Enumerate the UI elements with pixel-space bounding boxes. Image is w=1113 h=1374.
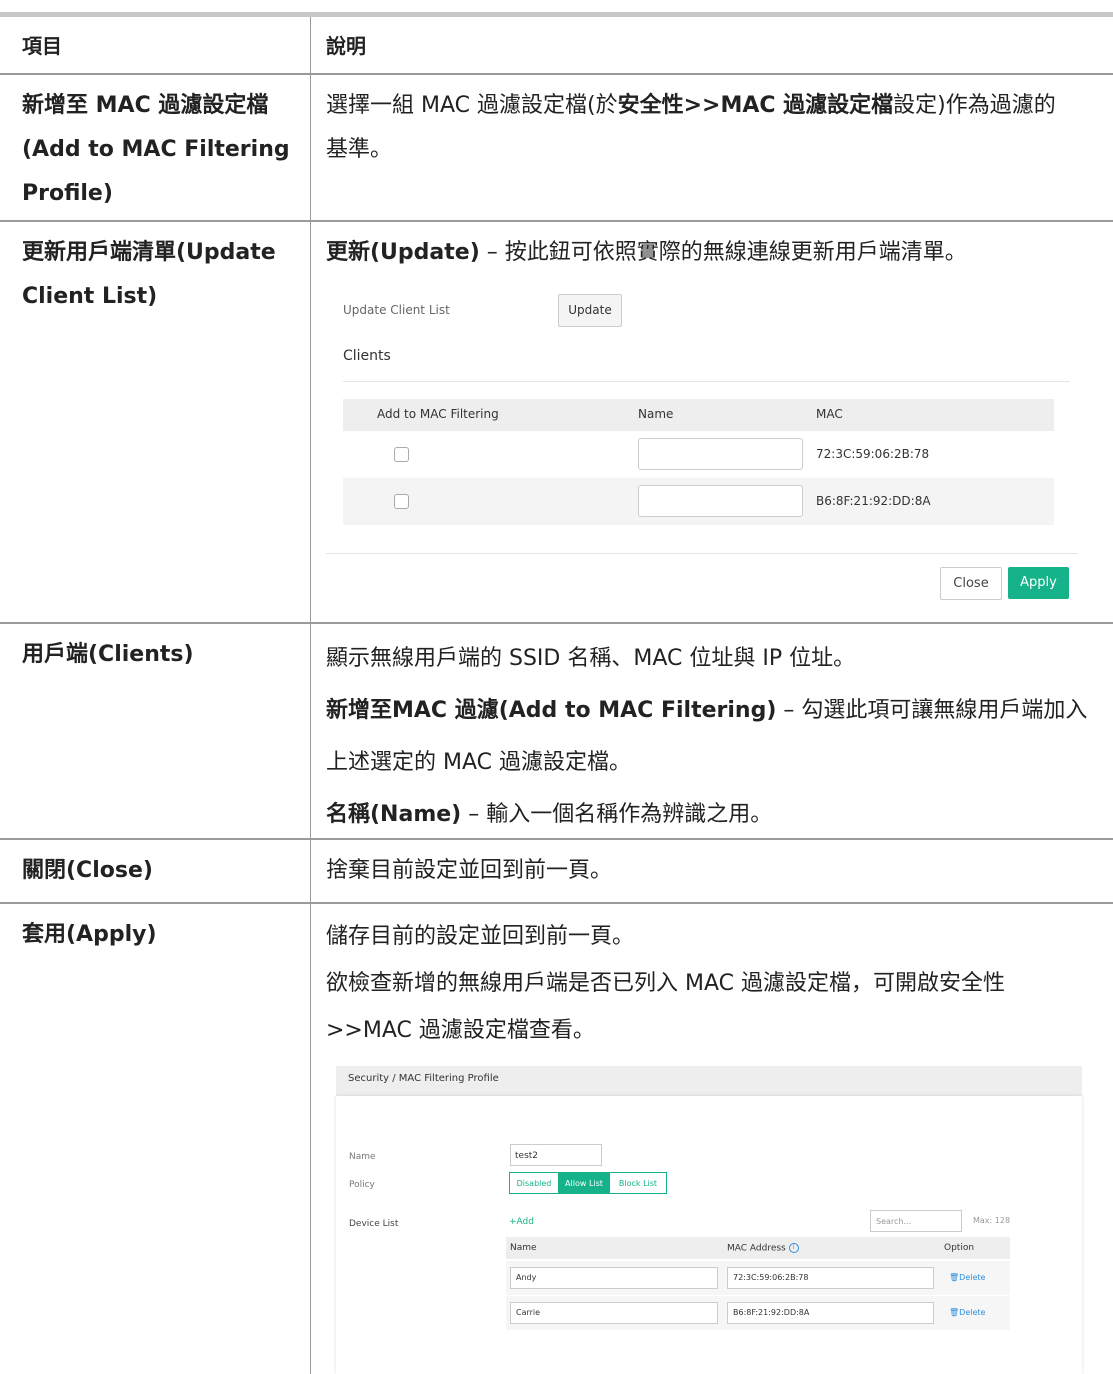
policy-label: Policy — [349, 1180, 375, 1190]
desc-text: 欲檢查新增的無線用戶端是否已列入 MAC 過濾設定檔，可開啟安全性 — [326, 971, 1005, 996]
name-label: Name — [349, 1152, 376, 1162]
col-name: Name — [510, 1243, 537, 1253]
update-button[interactable]: Update — [558, 294, 622, 327]
row5-description: 儲存目前的設定並回到前一頁。 欲檢查新增的無線用戶端是否已列入 MAC 過濾設定… — [326, 913, 1106, 1054]
row1-item-line: Profile) — [22, 181, 113, 206]
device-name-input[interactable]: Carrie — [510, 1302, 718, 1324]
row-divider — [0, 73, 1113, 75]
row1-item-line: (Add to MAC Filtering — [22, 137, 290, 162]
desc-bold: 安全性>>MAC 過濾設定檔 — [617, 93, 894, 118]
table-row: Carrie B6:8F:21:92:DD:8A 🗑Delete — [506, 1296, 1010, 1330]
device-mac-input[interactable]: B6:8F:21:92:DD:8A — [727, 1302, 934, 1324]
row5-item: 套用(Apply) — [22, 922, 157, 947]
table-row: B6:8F:21:92:DD:8A — [343, 478, 1054, 525]
apply-button[interactable]: Apply — [1008, 567, 1069, 599]
desc-text: 上述選定的 MAC 過濾設定檔。 — [326, 750, 631, 775]
row4-description: 捨棄目前設定並回到前一頁。 — [326, 858, 613, 883]
breadcrumb-bar: Security / MAC Filtering Profile — [336, 1066, 1082, 1096]
document-page: 項目 說明 新增至 MAC 過濾設定檔 (Add to MAC Filterin… — [0, 0, 1113, 1374]
section-divider — [343, 381, 1070, 382]
client-mac: B6:8F:21:92:DD:8A — [816, 494, 931, 508]
client-list-screenshot: Update Client List Update Clients Add to… — [326, 288, 1086, 608]
client-name-input[interactable] — [638, 438, 803, 470]
col-mac-address-label: MAC Address — [727, 1243, 786, 1254]
desc-bold: 名稱(Name) — [326, 802, 462, 827]
device-name-input[interactable]: Andy — [510, 1267, 718, 1289]
delete-button[interactable]: 🗑Delete — [949, 1273, 985, 1282]
row3-item: 用戶端(Clients) — [22, 642, 194, 667]
footer-divider — [326, 553, 1078, 554]
desc-text: – 按此鈕可依照實際的無線連線更新用戶端清單。 — [479, 240, 967, 265]
desc-text: 選擇一組 MAC 過濾設定檔(於 — [326, 93, 618, 118]
desc-bold: 新增至MAC 過濾(Add to MAC Filtering) — [326, 698, 777, 723]
col-mac: MAC — [816, 407, 843, 421]
profile-panel: Name test2 Policy Disabled Allow List Bl… — [336, 1096, 1082, 1374]
max-count: Max: 128 — [973, 1216, 1011, 1225]
client-mac: 72:3C:59:06:2B:78 — [816, 447, 930, 461]
row2-description: 更新(Update) – 按此鈕可依照實際的無線連線更新用戶端清單。 — [326, 231, 1106, 275]
col-option: Option — [944, 1243, 975, 1253]
breadcrumb: Security / MAC Filtering Profile — [348, 1073, 499, 1084]
row-divider — [0, 220, 1113, 222]
row2-item-line: 更新用戶端清單(Update — [22, 240, 276, 265]
col-add-to-mac: Add to MAC Filtering — [377, 407, 499, 421]
add-to-mac-checkbox[interactable] — [394, 447, 409, 462]
row3-description: 顯示無線用戶端的 SSID 名稱、MAC 位址與 IP 位址。 新增至MAC 過… — [326, 633, 1106, 841]
policy-allow-list-option[interactable]: Allow List — [559, 1172, 609, 1194]
add-device-button[interactable]: +Add — [509, 1217, 534, 1227]
desc-bold: 更新(Update) — [326, 240, 480, 265]
clients-title: Clients — [343, 348, 391, 364]
update-client-list-label: Update Client List — [343, 303, 450, 317]
col-name: Name — [638, 407, 674, 421]
desc-text: – 輸入一個名稱作為辨識之用。 — [461, 802, 773, 827]
trash-icon: 🗑 — [949, 1308, 960, 1317]
device-list-label: Device List — [349, 1219, 399, 1229]
policy-block-list-option[interactable]: Block List — [609, 1172, 667, 1194]
delete-label: Delete — [959, 1308, 986, 1317]
client-name-input[interactable] — [638, 485, 803, 517]
desc-text: >>MAC 過濾設定檔查看。 — [326, 1018, 595, 1043]
desc-text: 設定)作為過濾的 — [893, 93, 1056, 118]
add-to-mac-checkbox[interactable] — [394, 494, 409, 509]
profile-name-input[interactable]: test2 — [510, 1144, 602, 1166]
row-divider — [0, 622, 1113, 624]
clients-table-header: Add to MAC Filtering Name MAC — [343, 399, 1054, 431]
row-divider — [0, 902, 1113, 904]
desc-text: 儲存目前的設定並回到前一頁。 — [326, 924, 635, 949]
row2-item-line: Client List) — [22, 284, 158, 309]
device-mac-input[interactable]: 72:3C:59:06:2B:78 — [727, 1267, 934, 1289]
table-row: Andy 72:3C:59:06:2B:78 🗑Delete — [506, 1261, 1010, 1295]
header-description: 說明 — [326, 34, 366, 58]
search-input[interactable]: Search... — [870, 1210, 962, 1232]
row1-item: 新增至 MAC 過濾設定檔 (Add to MAC Filtering Prof… — [22, 84, 302, 216]
table-top-border — [0, 12, 1113, 17]
device-table-header: Name MAC Address i Option — [506, 1237, 1010, 1259]
delete-label: Delete — [959, 1273, 986, 1282]
policy-disabled-option[interactable]: Disabled — [509, 1172, 559, 1194]
desc-text: 基準。 — [326, 137, 393, 162]
row1-item-line: 新增至 MAC 過濾設定檔 — [22, 93, 269, 118]
row-divider — [0, 838, 1113, 840]
col-mac-address: MAC Address i — [727, 1243, 799, 1254]
mac-filtering-profile-screenshot: Security / MAC Filtering Profile Name te… — [336, 1066, 1082, 1374]
close-button[interactable]: Close — [940, 567, 1002, 600]
desc-text: 顯示無線用戶端的 SSID 名稱、MAC 位址與 IP 位址。 — [326, 646, 856, 671]
row2-item: 更新用戶端清單(Update Client List) — [22, 231, 302, 319]
row4-item: 關閉(Close) — [22, 858, 153, 883]
trash-icon: 🗑 — [949, 1273, 960, 1282]
header-item: 項目 — [22, 34, 62, 58]
table-row: 72:3C:59:06:2B:78 — [343, 431, 1054, 478]
desc-text: – 勾選此項可讓無線用戶端加入 — [776, 698, 1088, 723]
delete-button[interactable]: 🗑Delete — [949, 1308, 985, 1317]
info-icon[interactable]: i — [788, 1243, 799, 1253]
row1-description: 選擇一組 MAC 過濾設定檔(於安全性>>MAC 過濾設定檔設定)作為過濾的 基… — [326, 84, 1106, 172]
